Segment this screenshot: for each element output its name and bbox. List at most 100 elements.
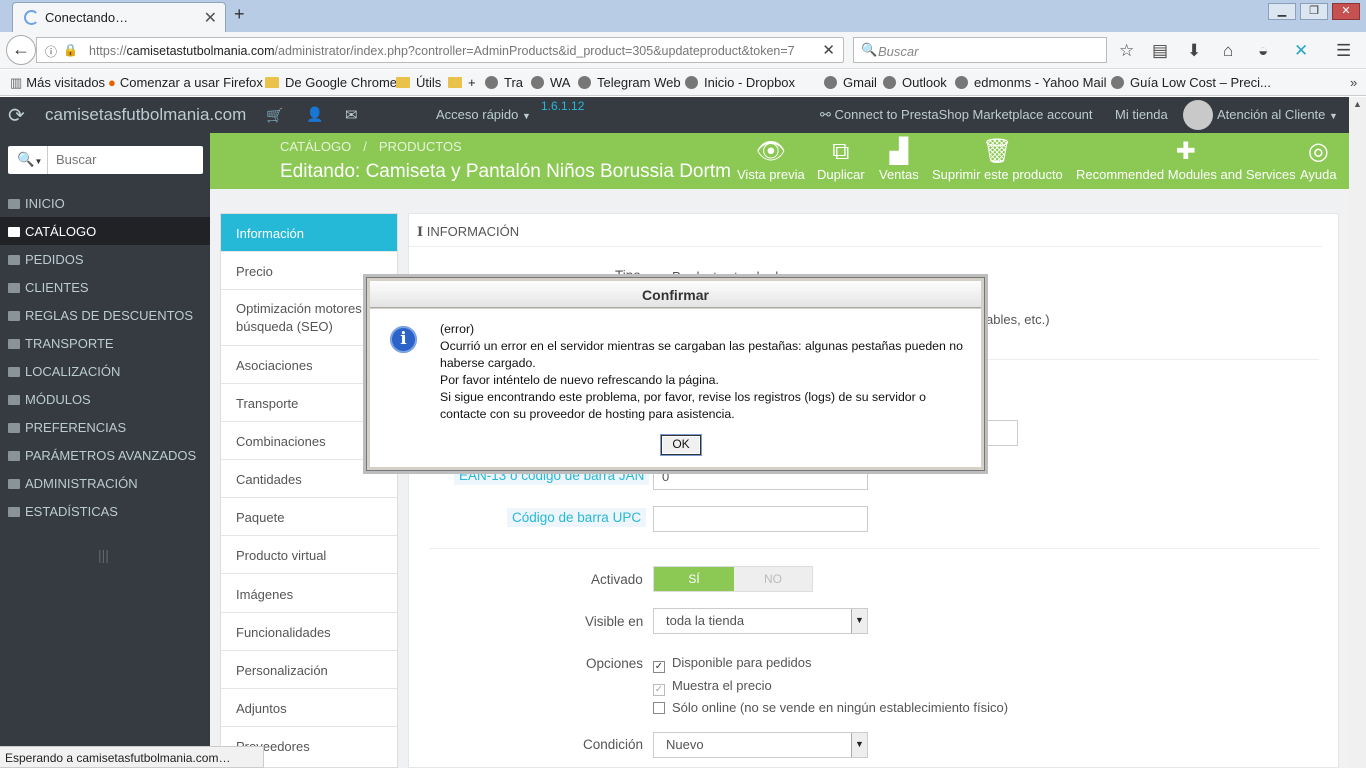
bookmark-gmail[interactable]: Gmail: [824, 75, 877, 90]
extension-icon[interactable]: ✕: [1294, 41, 1308, 61]
home-icon[interactable]: ⌂: [1223, 41, 1233, 61]
active-yes[interactable]: SÍ: [654, 567, 734, 591]
user-menu[interactable]: Atención al Cliente ▼: [1217, 107, 1338, 122]
search-dropdown-button[interactable]: 🔍▼: [8, 146, 48, 174]
mail-icon[interactable]: ✉: [345, 106, 358, 124]
condition-select[interactable]: Nuevo ▼: [653, 732, 868, 758]
option-available-orders[interactable]: ✓ Disponible para pedidos: [653, 655, 811, 673]
tab-informacion[interactable]: Información: [221, 214, 397, 252]
close-window-button[interactable]: ✕: [1332, 3, 1360, 20]
breadcrumb-products[interactable]: PRODUCTOS: [379, 139, 462, 154]
sidebar-item-estadisticas[interactable]: ESTADÍSTICAS: [0, 497, 210, 525]
tab-producto-virtual[interactable]: Producto virtual: [221, 536, 397, 574]
active-toggle[interactable]: SÍ NO: [653, 566, 813, 592]
condition-label: Condición: [583, 737, 644, 752]
checkbox-checked-icon: ✓: [653, 661, 665, 673]
bar-chart-icon: ▟: [889, 138, 909, 165]
tab-adjuntos[interactable]: Adjuntos: [221, 689, 397, 727]
close-tab-icon[interactable]: ✕: [204, 8, 217, 28]
sidebar-item-parametros[interactable]: PARÁMETROS AVANZADOS: [0, 441, 210, 469]
bookmark-folder-plus[interactable]: +: [448, 75, 476, 90]
upc-input[interactable]: [653, 506, 868, 532]
bookmark-folder-utils[interactable]: Útils: [396, 75, 441, 90]
caret-down-icon: ▼: [522, 111, 531, 121]
copy-icon: ⧉: [832, 138, 850, 165]
info-icon[interactable]: ⓘ: [45, 43, 57, 60]
ok-button[interactable]: OK: [661, 435, 701, 455]
tab-funcionalidades[interactable]: Funcionalidades: [221, 613, 397, 651]
bookmark-wa[interactable]: WA: [531, 75, 570, 90]
sidebar-item-catalogo[interactable]: CATÁLOGO: [0, 217, 210, 245]
sidebar-item-localizacion[interactable]: LOCALIZACIÓN: [0, 357, 210, 385]
quick-access-menu[interactable]: Acceso rápido ▼: [436, 107, 531, 122]
sidebar-item-descuentos[interactable]: REGLAS DE DESCUENTOS: [0, 301, 210, 329]
bookmark-tra[interactable]: Tra: [485, 75, 523, 90]
help-button[interactable]: ◎ Ayuda: [1300, 137, 1337, 182]
sidebar-item-inicio[interactable]: INICIO: [0, 189, 210, 217]
sidebar-item-modulos[interactable]: MÓDULOS: [0, 385, 210, 413]
active-no[interactable]: NO: [734, 567, 812, 591]
shop-name[interactable]: camisetasfutbolmania.com: [45, 105, 246, 125]
downloads-icon[interactable]: ⬇: [1187, 41, 1201, 61]
back-button[interactable]: ←: [6, 35, 36, 65]
hidden-field-edge[interactable]: [986, 420, 1018, 446]
visible-select[interactable]: toda la tienda ▼: [653, 608, 868, 634]
minimize-button[interactable]: ▁: [1268, 3, 1296, 20]
bookmark-star-icon[interactable]: ☆: [1119, 41, 1134, 61]
breadcrumb: CATÁLOGO / PRODUCTOS: [280, 139, 462, 154]
info-icon: i: [417, 225, 424, 240]
recommended-modules-button[interactable]: ✚ Recommended Modules and Services: [1076, 137, 1296, 182]
stop-loading-icon[interactable]: ✕: [822, 41, 835, 59]
tab-personalizacion[interactable]: Personalización: [221, 651, 397, 689]
option-online-only[interactable]: Sólo online (no se vende en ningún estab…: [653, 700, 1008, 715]
new-tab-button[interactable]: +: [234, 4, 245, 25]
tab-paquete[interactable]: Paquete: [221, 498, 397, 536]
bookmark-most-visited[interactable]: ▥ Más visitados: [10, 75, 105, 91]
bookmark-folder-chrome[interactable]: De Google Chrome: [265, 75, 397, 90]
prestashop-logo-icon[interactable]: ⟳: [8, 103, 25, 128]
url-bar[interactable]: ⓘ 🔒 https://camisetastutbolmania.com/adm…: [36, 37, 844, 63]
marketplace-connect-link[interactable]: ⚯ Connect to PrestaShop Marketplace acco…: [820, 107, 1093, 123]
sidebar-item-preferencias[interactable]: PREFERENCIAS: [0, 413, 210, 441]
sidebar: 🔍▼ INICIO CATÁLOGO PEDIDOS CLIENTES REGL…: [0, 133, 210, 768]
preview-button[interactable]: 👁 Vista previa: [737, 137, 805, 182]
sidebar-item-clientes[interactable]: CLIENTES: [0, 273, 210, 301]
browser-tab[interactable]: Conectando… ✕: [12, 2, 226, 32]
sales-button[interactable]: ▟ Ventas: [879, 137, 919, 182]
restore-button[interactable]: ❐: [1300, 3, 1328, 20]
sidebar-item-transporte[interactable]: TRANSPORTE: [0, 329, 210, 357]
delete-product-button[interactable]: 🗑 Suprimir este producto: [932, 137, 1063, 182]
bookmark-outlook[interactable]: Outlook: [883, 75, 947, 90]
globe-icon: [531, 76, 544, 89]
page-scrollbar[interactable]: ▲: [1349, 97, 1366, 768]
globe-icon: [824, 76, 837, 89]
avatar[interactable]: [1183, 100, 1213, 130]
tab-imagenes[interactable]: Imágenes: [221, 574, 397, 613]
menu-icon[interactable]: ☰: [1336, 41, 1351, 61]
user-icon[interactable]: 👤: [306, 106, 323, 123]
sidebar-search-input[interactable]: [56, 152, 196, 167]
folder-icon: [396, 77, 410, 88]
cart-icon[interactable]: 🛒: [266, 107, 283, 124]
scroll-up-icon[interactable]: ▲: [1353, 99, 1362, 109]
duplicate-button[interactable]: ⧉ Duplicar: [817, 137, 865, 182]
bookmarks-overflow-icon[interactable]: »: [1350, 75, 1357, 90]
sidebar-collapse-handle-icon[interactable]: |||: [98, 547, 109, 563]
search-icon: 🔍: [17, 151, 35, 167]
bookmark-yahoo[interactable]: edmonms - Yahoo Mail: [955, 75, 1106, 90]
bookmark-dropbox[interactable]: Inicio - Dropbox: [685, 75, 795, 90]
my-shop-link[interactable]: Mi tienda: [1115, 107, 1168, 122]
sidebar-item-administracion[interactable]: ADMINISTRACIÓN: [0, 469, 210, 497]
lock-icon: 🔒: [63, 43, 78, 57]
bookmark-telegram[interactable]: Telegram Web: [578, 75, 681, 90]
sidebar-item-pedidos[interactable]: PEDIDOS: [0, 245, 210, 273]
breadcrumb-catalog[interactable]: CATÁLOGO: [280, 139, 351, 154]
bookmark-lowcost[interactable]: Guía Low Cost – Preci...: [1111, 75, 1271, 90]
gear-icon: [8, 479, 20, 489]
reading-list-icon[interactable]: ▤: [1152, 41, 1168, 61]
browser-search-input[interactable]: 🔍 Buscar: [853, 37, 1107, 63]
upc-label: Código de barra UPC: [507, 508, 647, 527]
bookmark-firefox[interactable]: ● Comenzar a usar Firefox: [108, 75, 263, 90]
option-show-price[interactable]: ✓ Muestra el precio: [653, 678, 772, 696]
pocket-icon[interactable]: ◒: [1258, 41, 1268, 61]
